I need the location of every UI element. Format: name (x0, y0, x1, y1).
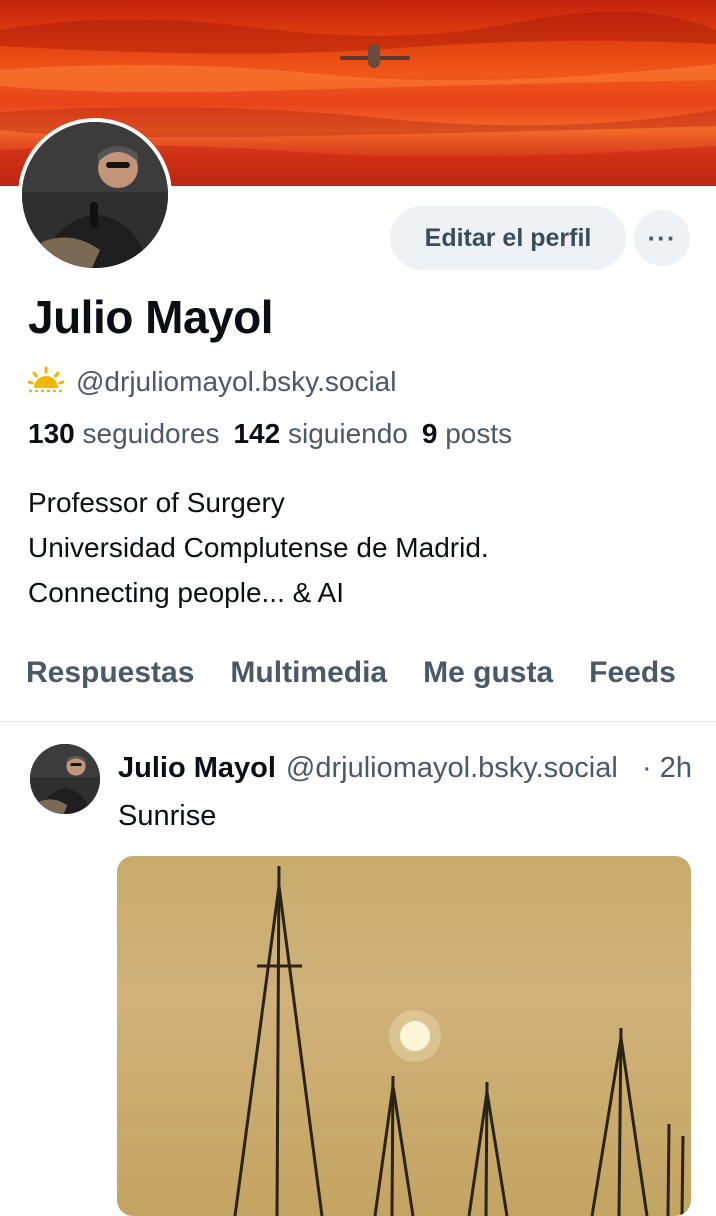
post-author-handle[interactable]: @drjuliomayol.bsky.social (286, 752, 634, 785)
profile-bio: Professor of Surgery Universidad Complut… (28, 480, 489, 615)
person-avatar-image (30, 744, 100, 814)
profile-tabs: Respuestas Multimedia Me gusta Feeds (26, 656, 676, 690)
following-stat[interactable]: 142 siguiendo (233, 418, 407, 450)
sun-icon (27, 366, 65, 399)
profile-display-name: Julio Mayol (28, 291, 273, 343)
profile-stats: 130 seguidores 142 siguiendo 9 posts (28, 418, 512, 450)
profile-handle[interactable]: @drjuliomayol.bsky.social (76, 366, 396, 398)
posts-stat: 9 posts (422, 418, 512, 450)
edit-profile-button[interactable]: Editar el perfil (390, 206, 626, 270)
post-header: Julio Mayol @drjuliomayol.bsky.social · … (118, 752, 692, 785)
post-timestamp[interactable]: · 2h (642, 752, 692, 785)
bio-line: Connecting people... & AI (28, 577, 344, 608)
followers-stat[interactable]: 130 seguidores (28, 418, 219, 450)
post-author-name[interactable]: Julio Mayol (118, 752, 276, 785)
tabs-divider (0, 721, 716, 722)
post-author-avatar[interactable] (30, 744, 100, 814)
tab-respuestas[interactable]: Respuestas (26, 656, 194, 690)
tab-multimedia[interactable]: Multimedia (230, 656, 387, 690)
followers-count: 130 (28, 418, 75, 449)
person-avatar-image (22, 122, 168, 268)
following-label: siguiendo (287, 418, 408, 449)
profile-avatar[interactable] (18, 118, 172, 272)
bio-line: Universidad Complutense de Madrid. (28, 532, 489, 563)
handle-row: @drjuliomayol.bsky.social (27, 362, 396, 402)
posts-label: posts (445, 418, 513, 449)
followers-label: seguidores (82, 418, 220, 449)
bio-line: Professor of Surgery (28, 487, 285, 518)
more-options-button[interactable]: ··· (634, 210, 690, 266)
tab-me-gusta[interactable]: Me gusta (423, 656, 553, 690)
post-text: Sunrise (118, 800, 217, 832)
posts-count: 9 (421, 418, 438, 449)
sunrise-masts-photo (233, 865, 685, 1216)
following-count: 142 (233, 418, 281, 449)
post-image[interactable] (117, 856, 691, 1216)
tab-feeds[interactable]: Feeds (589, 656, 676, 690)
more-dots-icon: ··· (647, 222, 677, 253)
